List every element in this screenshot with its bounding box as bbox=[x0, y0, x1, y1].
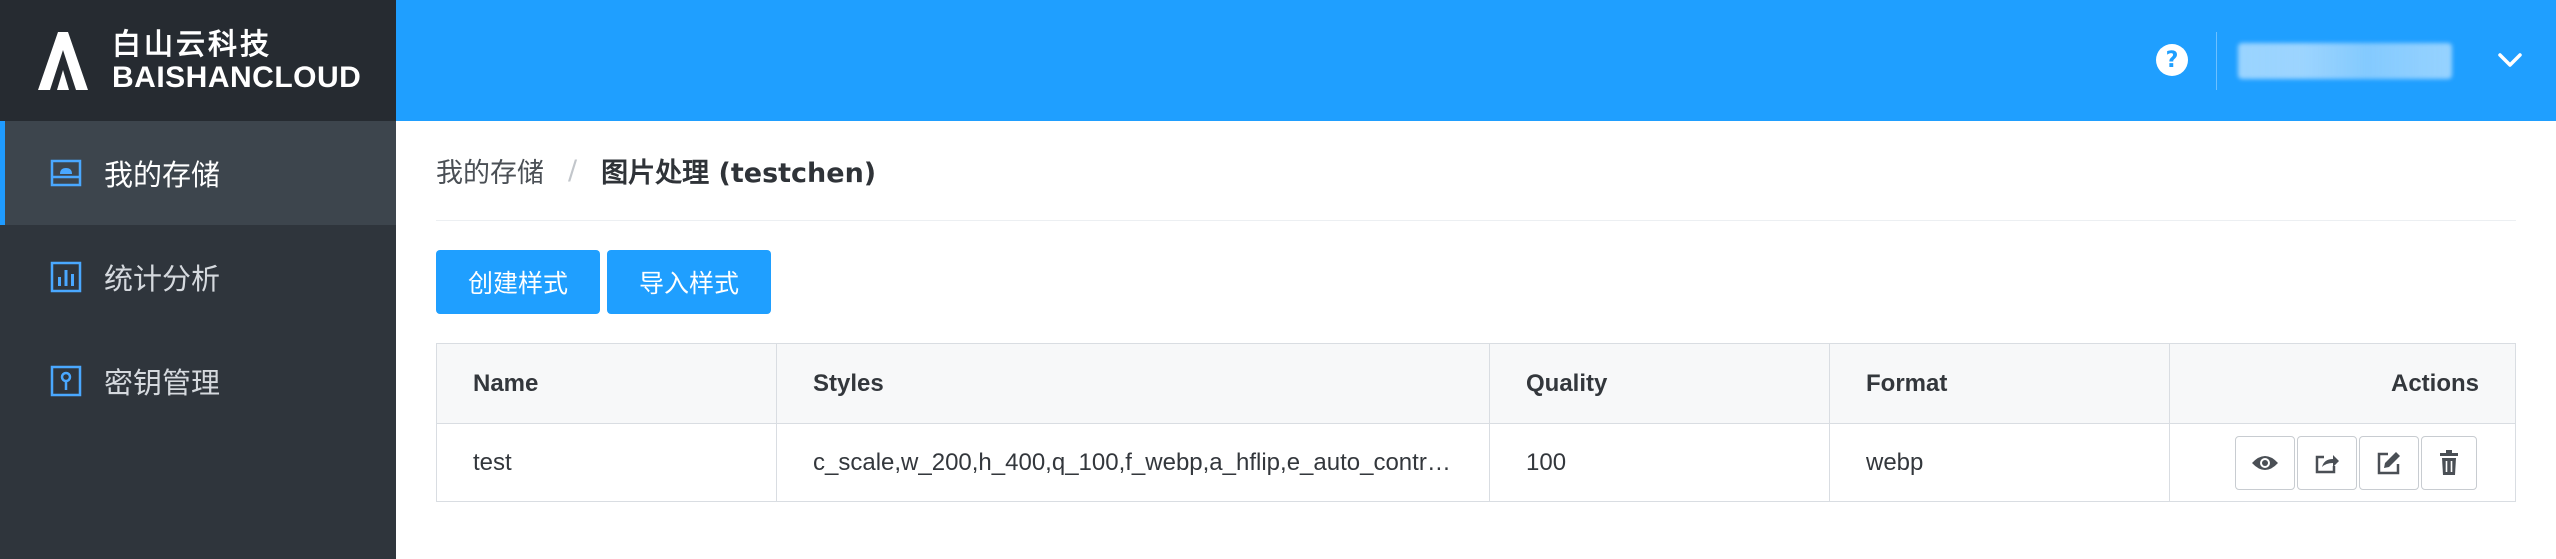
cell-format: webp bbox=[1829, 423, 2170, 502]
header-divider bbox=[2216, 32, 2217, 90]
create-style-button[interactable]: 创建样式 bbox=[436, 250, 601, 314]
share-icon bbox=[2315, 454, 2339, 473]
breadcrumb-current: 图片处理 (testchen) bbox=[601, 158, 877, 189]
cell-name: test bbox=[436, 423, 777, 502]
edit-icon bbox=[2377, 451, 2400, 474]
table-header-row: Name Styles Quality Format Actions bbox=[436, 343, 2516, 424]
breadcrumb-separator: / bbox=[568, 155, 578, 186]
table-row: test c_scale,w_200,h_400,q_100,f_webp,a_… bbox=[436, 423, 2516, 502]
sidebar-item-keys[interactable]: 密钥管理 bbox=[0, 329, 396, 433]
cell-styles: c_scale,w_200,h_400,q_100,f_webp,a_hflip… bbox=[776, 423, 1490, 502]
delete-button[interactable] bbox=[2421, 435, 2477, 490]
chevron-down-icon[interactable] bbox=[2494, 44, 2526, 76]
sidebar-item-label: 统计分析 bbox=[104, 262, 221, 296]
column-header-styles: Styles bbox=[776, 343, 1490, 424]
key-icon bbox=[50, 365, 82, 397]
column-header-quality: Quality bbox=[1489, 343, 1830, 424]
share-button[interactable] bbox=[2297, 435, 2357, 490]
chart-icon bbox=[50, 261, 82, 293]
delete-icon bbox=[2440, 449, 2458, 475]
column-header-actions: Actions bbox=[2169, 343, 2516, 424]
brand-name-en: BAISHANCLOUD bbox=[112, 60, 362, 94]
brand-name-cn: 白山云科技 bbox=[112, 26, 273, 61]
help-icon[interactable]: ? bbox=[2156, 44, 2188, 76]
sidebar-item-label: 密钥管理 bbox=[104, 366, 221, 400]
breadcrumb: 我的存储 / 图片处理 (testchen) bbox=[436, 121, 2516, 221]
toolbar: 创建样式 导入样式 bbox=[436, 250, 2516, 314]
main-content: 我的存储 / 图片处理 (testchen) 创建样式 导入样式 Name St… bbox=[436, 121, 2516, 502]
top-header: ? bbox=[396, 0, 2556, 121]
user-account-name[interactable] bbox=[2238, 43, 2452, 79]
sidebar-item-storage[interactable]: 我的存储 bbox=[0, 121, 396, 225]
breadcrumb-parent[interactable]: 我的存储 bbox=[436, 151, 544, 190]
column-header-name: Name bbox=[436, 343, 777, 424]
view-button[interactable] bbox=[2235, 435, 2295, 490]
brand-logo[interactable]: 白山云科技 BAISHANCLOUD bbox=[0, 0, 396, 121]
sidebar-item-label: 我的存储 bbox=[104, 158, 221, 192]
styles-table: Name Styles Quality Format Actions test … bbox=[436, 343, 2516, 502]
storage-icon bbox=[50, 157, 82, 189]
cell-quality: 100 bbox=[1489, 423, 1830, 502]
sidebar: 白山云科技 BAISHANCLOUD 我的存储 统计分析 密钥管理 bbox=[0, 0, 396, 559]
import-style-button[interactable]: 导入样式 bbox=[607, 250, 772, 314]
view-icon bbox=[2252, 455, 2278, 470]
edit-button[interactable] bbox=[2359, 435, 2419, 490]
column-header-format: Format bbox=[1829, 343, 2170, 424]
baishan-logo-icon bbox=[38, 31, 88, 90]
sidebar-item-statistics[interactable]: 统计分析 bbox=[0, 225, 396, 329]
cell-styles-text: c_scale,w_200,h_400,q_100,f_webp,a_hflip… bbox=[813, 448, 1453, 476]
cell-actions bbox=[2169, 423, 2516, 502]
